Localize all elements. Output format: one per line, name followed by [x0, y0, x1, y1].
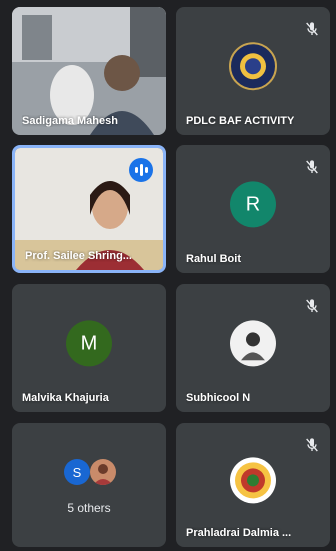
participant-tile-pdlc[interactable]: PDLC BAF ACTIVITY: [176, 7, 330, 135]
participant-name: Malvika Khajuria: [22, 392, 109, 404]
mic-off-icon: [306, 22, 318, 36]
others-avatar-photo: [90, 459, 116, 485]
participant-name: Prahladrai Dalmia ...: [186, 527, 292, 539]
speaking-indicator-icon: [129, 158, 153, 182]
participant-name: Rahul Boit: [186, 253, 241, 265]
participant-name: Prof. Sailee Shring...: [25, 250, 132, 262]
participant-name: Subhicool N: [186, 392, 251, 404]
participant-tile-prahladrai[interactable]: Prahladrai Dalmia ...: [176, 423, 330, 547]
initial-avatar: R: [230, 181, 276, 228]
mic-off-icon: [306, 299, 318, 313]
others-count-label: 5 others: [67, 501, 111, 515]
participant-name: PDLC BAF ACTIVITY: [186, 115, 295, 127]
participant-name: Sadigama Mahesh: [22, 115, 118, 127]
participant-tile-malvika[interactable]: M Malvika Khajuria: [12, 284, 166, 412]
participant-tile-subhicool[interactable]: Subhicool N: [176, 284, 330, 412]
others-tile[interactable]: S 5 others: [12, 423, 166, 547]
mic-off-icon: [306, 438, 318, 452]
logo-avatar: [229, 42, 277, 91]
participant-tile-sailee[interactable]: Prof. Sailee Shring...: [12, 145, 166, 273]
participant-tile-sadigama[interactable]: Sadigama Mahesh: [12, 7, 166, 135]
initial-avatar: M: [66, 320, 112, 367]
others-avatar-s: S: [64, 459, 90, 485]
photo-avatar: [230, 320, 276, 367]
logo-avatar: [230, 457, 276, 504]
mic-off-icon: [306, 160, 318, 174]
participant-tile-rahul[interactable]: R Rahul Boit: [176, 145, 330, 273]
